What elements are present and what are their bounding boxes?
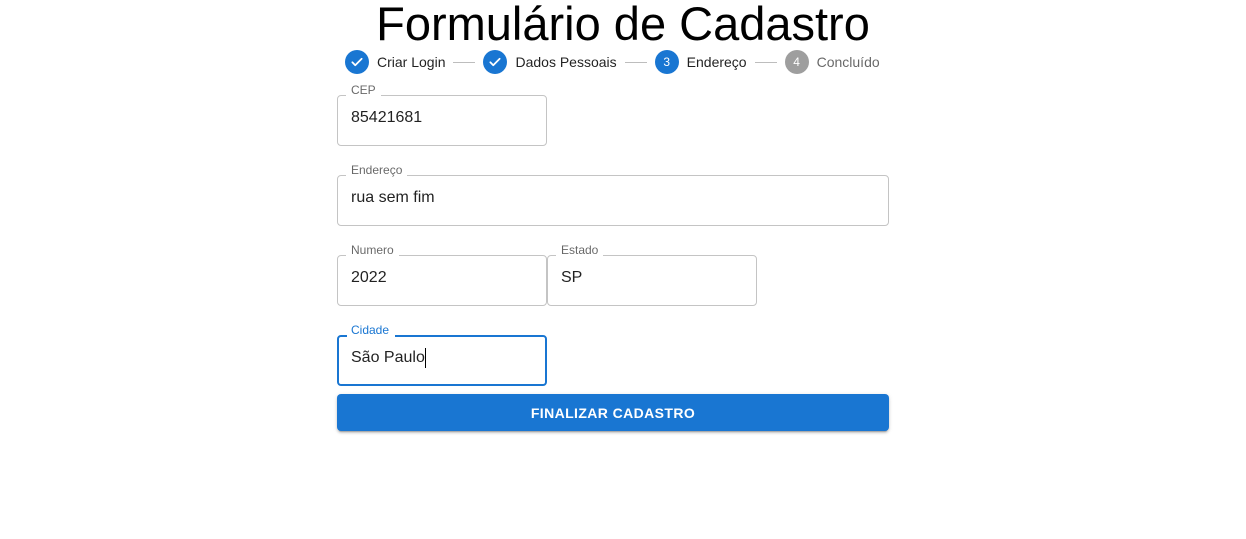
cep-field: CEP CEP	[337, 83, 547, 146]
endereco-input[interactable]	[337, 170, 889, 226]
cidade-field: Cidade Cidade	[337, 323, 547, 386]
text-caret	[425, 348, 426, 368]
step-label: Criar Login	[377, 54, 446, 70]
step-dados-pessoais: Dados Pessoais	[483, 50, 617, 74]
step-label: Endereço	[686, 54, 747, 70]
check-icon	[483, 50, 508, 74]
step-connector	[624, 61, 647, 63]
step-criar-login: Criar Login	[345, 50, 445, 74]
endereco-field: Endereço Endereço	[337, 163, 889, 226]
cidade-input[interactable]	[337, 330, 547, 386]
page-title: Formulário de Cadastro	[376, 0, 870, 50]
step-endereco: 3 Endereço	[654, 50, 747, 74]
estado-input[interactable]	[547, 250, 757, 306]
step-label: Dados Pessoais	[515, 54, 617, 70]
step-connector	[754, 61, 777, 63]
numero-field: Numero Numero	[337, 243, 547, 306]
step-number-icon: 3	[654, 50, 679, 74]
step-number-icon: 4	[784, 50, 809, 74]
numero-input[interactable]	[337, 250, 547, 306]
step-label: Concluído	[816, 54, 880, 70]
check-icon	[345, 50, 369, 74]
registration-page: Formulário de Cadastro Criar Login Dados…	[0, 0, 1246, 539]
estado-field: Estado Estado	[547, 243, 757, 306]
step-connector	[453, 61, 476, 63]
finalizar-cadastro-button[interactable]: Finalizar Cadastro	[337, 394, 889, 431]
cep-input[interactable]	[337, 90, 547, 146]
stepper: Criar Login Dados Pessoais 3 Endereço 4 …	[345, 50, 880, 74]
step-concluido: 4 Concluído	[784, 50, 880, 74]
